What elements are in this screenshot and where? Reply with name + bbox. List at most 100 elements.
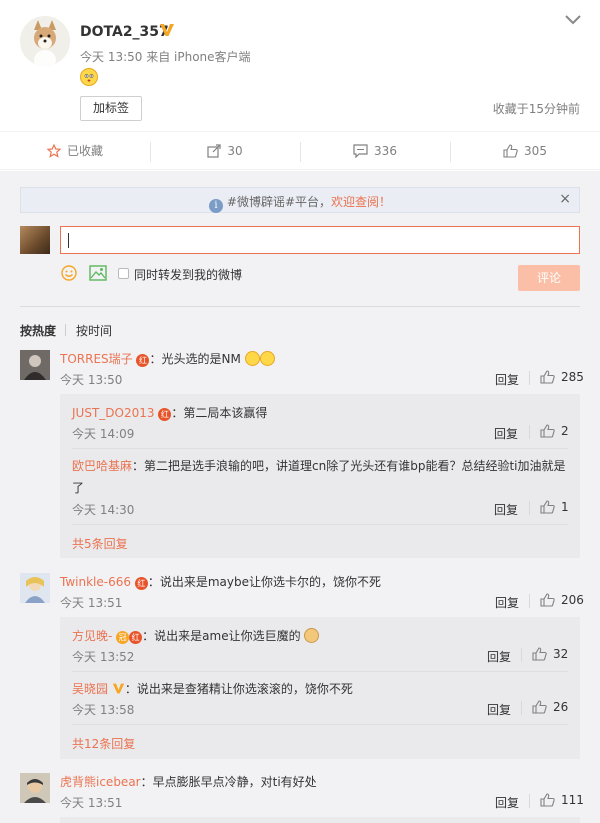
comment-button[interactable]: 336 <box>300 132 450 169</box>
reply-like-button[interactable]: 2 <box>540 424 569 438</box>
rumor-notice-bar: i #微博辟谣#平台，欢迎查阅！ × <box>20 187 580 213</box>
reply-button[interactable]: 回复 <box>494 501 518 518</box>
reply-list <box>60 817 580 823</box>
reply-time: 今天 13:52 <box>72 650 135 664</box>
verified-v-icon <box>160 24 174 36</box>
commenter-name[interactable]: TORRES瑞子 <box>60 352 133 366</box>
favorited-time: 收藏于15分钟前 <box>492 102 580 116</box>
comment-like-button[interactable]: 111 <box>540 793 584 807</box>
divider <box>521 648 522 662</box>
more-replies-link[interactable]: 共12条回复 <box>72 735 135 752</box>
close-icon[interactable]: × <box>559 191 571 207</box>
info-icon: i <box>208 199 223 213</box>
reply-like-button[interactable]: 1 <box>540 500 569 514</box>
comment-input[interactable] <box>60 226 580 254</box>
comment-text: TORRES瑞子 红：光头选的是NM <box>60 350 275 367</box>
like-count: 285 <box>561 370 584 384</box>
more-replies-link[interactable]: 共5条回复 <box>72 535 128 552</box>
divider <box>529 501 530 515</box>
comment-time: 今天 13:51 <box>60 596 123 610</box>
crown-badge-icon: 冠 <box>116 631 130 644</box>
thumbs-up-icon <box>532 647 547 661</box>
comment-like-button[interactable]: 206 <box>540 593 584 607</box>
reply-button[interactable]: 回复 <box>495 371 519 388</box>
divider <box>521 701 522 715</box>
image-upload-icon[interactable] <box>89 265 107 281</box>
favorite-label: 已收藏 <box>66 144 103 158</box>
reply-body: ：说出来是ame让你选巨魔的 <box>142 629 301 643</box>
reply-button[interactable]: 回复 <box>487 701 511 718</box>
reply-body: ：第二局本该赢得 <box>171 406 268 420</box>
like-count: 305 <box>524 143 547 158</box>
thumbs-up-icon <box>503 143 518 158</box>
reply-text: 方见晚- 冠红：说出来是ame让你选巨魔的 <box>72 627 320 644</box>
reply-time: 今天 13:58 <box>72 703 135 717</box>
comment-text: Twinkle-666 红：说出来是maybe让你选卡尔的，饶你不死 <box>60 573 381 590</box>
reply-text: 吴晓园 ：说出来是查猪精让你选滚滚的，饶你不死 <box>72 680 353 697</box>
reply-body: ：第二把是选手浪输的吧，讲道理cn除了光头还有谁bp能看？总结经验ti加油就是 <box>132 459 566 473</box>
reply-button[interactable]: 回复 <box>495 794 519 811</box>
reply-button[interactable]: 回复 <box>495 594 519 611</box>
comment-count: 336 <box>374 143 397 158</box>
commenter-avatar[interactable] <box>20 350 50 380</box>
divider <box>72 524 568 525</box>
star-icon <box>46 143 61 158</box>
reply-time: 今天 14:09 <box>72 427 135 441</box>
sync-repost-checkbox[interactable] <box>118 268 129 279</box>
comment-time: 今天 13:50 <box>60 373 123 387</box>
author-avatar[interactable] <box>20 16 70 66</box>
thumbs-up-icon <box>540 593 555 607</box>
replier-name[interactable]: 欧巴哈基麻 <box>72 459 132 473</box>
like-count: 206 <box>561 593 584 607</box>
replier-name[interactable]: 吴晓园 <box>72 682 108 696</box>
notice-text: #微博辟谣#平台， <box>226 195 332 209</box>
author-name[interactable]: DOTA2_357 <box>80 24 169 40</box>
sync-repost-label: 同时转发到我的微博 <box>134 268 243 282</box>
commenter-avatar[interactable] <box>20 573 50 603</box>
reply-like-button[interactable]: 26 <box>532 700 568 714</box>
red-badge-icon: 红 <box>158 408 172 421</box>
like-count: 26 <box>553 700 569 714</box>
favorite-button[interactable]: 已收藏 <box>0 132 150 169</box>
commenter-name[interactable]: Twinkle-666 <box>60 575 131 589</box>
reply-text: 欧巴哈基麻：第二把是选手浪输的吧，讲道理cn除了光头还有谁bp能看？总结经验ti… <box>72 457 566 474</box>
divider <box>529 425 530 439</box>
commenter-name[interactable]: 虎背熊icebear <box>60 775 141 789</box>
thumbs-up-icon <box>540 370 555 384</box>
emoji-icon <box>259 351 275 366</box>
sort-by-time-tab[interactable]: 按时间 <box>76 322 112 339</box>
comment-text: 虎背熊icebear：早点膨胀早点冷静，对ti有好处 <box>60 773 317 790</box>
red-badge-icon: 红 <box>136 354 150 367</box>
replier-name[interactable]: JUST_DO2013 <box>72 406 155 420</box>
comment-icon <box>353 143 368 158</box>
notice-link[interactable]: 欢迎查阅！ <box>331 195 391 209</box>
submit-comment-button[interactable]: 评论 <box>518 265 580 291</box>
like-button[interactable]: 305 <box>450 132 600 169</box>
comment-like-button[interactable]: 285 <box>540 370 584 384</box>
divider <box>20 306 580 307</box>
emoji-picker-icon[interactable] <box>61 265 77 281</box>
chevron-down-icon[interactable] <box>564 14 582 26</box>
reply-like-button[interactable]: 32 <box>532 647 568 661</box>
comment-body: ：光头选的是NM <box>149 352 241 366</box>
post-meta: 今天 13:50 来自 iPhone客户端 <box>80 50 251 64</box>
post-action-bar: 已收藏 30 336 305 <box>0 131 600 170</box>
thumbs-up-icon <box>540 793 555 807</box>
like-count: 2 <box>561 424 569 438</box>
divider <box>72 448 568 449</box>
sort-by-hot-tab[interactable]: 按热度 <box>20 322 56 339</box>
reply-button[interactable]: 回复 <box>494 425 518 442</box>
reply-time: 今天 14:30 <box>72 503 135 517</box>
emoji-icon <box>244 351 260 366</box>
add-tag-button[interactable]: 加标签 <box>80 96 142 121</box>
repost-button[interactable]: 30 <box>150 132 300 169</box>
comment-body: ：早点膨胀早点冷静，对ti有好处 <box>140 775 317 789</box>
commenter-avatar[interactable] <box>20 773 50 803</box>
red-badge-icon: 红 <box>134 577 148 590</box>
divider <box>529 794 530 808</box>
reply-button[interactable]: 回复 <box>487 648 511 665</box>
thumbs-up-icon <box>540 424 555 438</box>
replier-name[interactable]: 方见晚- <box>72 629 112 643</box>
like-count: 111 <box>561 793 584 807</box>
thumbs-up-icon <box>532 700 547 714</box>
